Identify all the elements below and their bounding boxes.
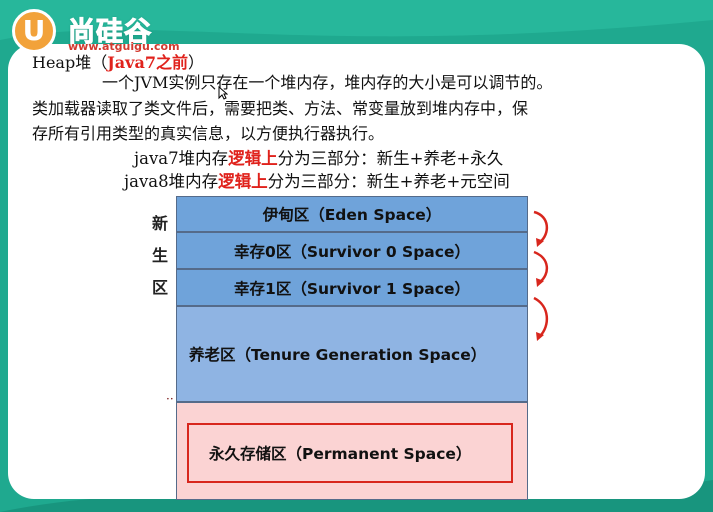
young-gen-label-2: 生 [152,246,169,265]
survivor1-space-block: 幸存1区（Survivor 1 Space） [176,269,528,306]
paragraph-1: 一个JVM实例只存在一个堆内存，堆内存的大小是可以调节的。 [102,73,553,92]
permanent-space-block: 永久存储区（Permanent Space） [176,402,528,500]
logo-badge: U [12,9,56,53]
paragraph-3: 存所有引用类型的真实信息，以方便执行器执行。 [32,124,385,143]
java7-highlight: 逻辑上 [228,149,278,168]
young-gen-label-3: 区 [152,278,169,297]
permanent-space-label: 永久存储区（Permanent Space） [187,423,513,483]
java8-line: java8堆内存逻辑上分为三部分：新生+养老+元空间 [124,172,510,191]
paragraph-2: 类加载器读取了类文件后，需要把类、方法、常变量放到堆内存中，保 [32,99,529,118]
young-gen-label-1: 新 [152,214,169,233]
mouse-cursor-icon [218,86,228,100]
tenure-space-block: 养老区（Tenure Generation Space） [176,306,528,402]
java8-highlight: 逻辑上 [218,172,268,191]
flow-arrows [533,210,548,341]
arrow-s1-to-tenure-icon [533,296,548,337]
eden-space-block: 伊甸区（Eden Space） [176,196,528,232]
survivor0-space-block: 幸存0区（Survivor 0 Space） [176,232,528,269]
arrow-eden-to-s0-icon [533,210,548,243]
dots-decoration: ·· [166,392,174,406]
arrow-s0-to-s1-icon [533,250,548,283]
java7-line: java7堆内存逻辑上分为三部分：新生+养老+永久 [134,149,504,168]
